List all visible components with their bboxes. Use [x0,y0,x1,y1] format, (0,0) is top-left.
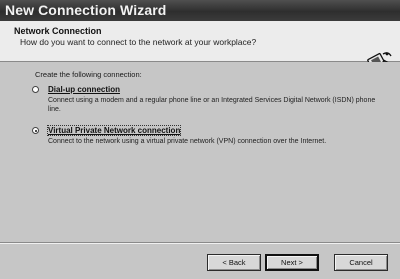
radio-vpn[interactable] [32,127,39,134]
header-title: Network Connection [14,26,102,36]
instruction-text: Create the following connection: [35,70,142,79]
window-title: New Connection Wizard [5,2,167,18]
wizard-body: Create the following connection: Dial-up… [0,62,400,242]
header-subtitle: How do you want to connect to the networ… [20,37,257,47]
option-vpn-description: Connect to the network using a virtual p… [48,138,327,145]
option-dial-up-description: Connect using a modem and a regular phon… [48,97,376,113]
radio-dial-up[interactable] [32,86,39,93]
wizard-window: New Connection Wizard Network Connection… [0,0,400,279]
cancel-button[interactable]: Cancel [334,254,388,271]
option-dial-up-label[interactable]: Dial-up connection [48,85,120,94]
wizard-header: Network Connection How do you want to co… [0,21,400,71]
wizard-footer: < Back Next > Cancel [0,244,400,279]
next-button[interactable]: Next > [265,254,319,271]
title-bar[interactable]: New Connection Wizard [0,0,400,21]
option-vpn-label[interactable]: Virtual Private Network connection [46,125,182,136]
back-button[interactable]: < Back [207,254,261,271]
